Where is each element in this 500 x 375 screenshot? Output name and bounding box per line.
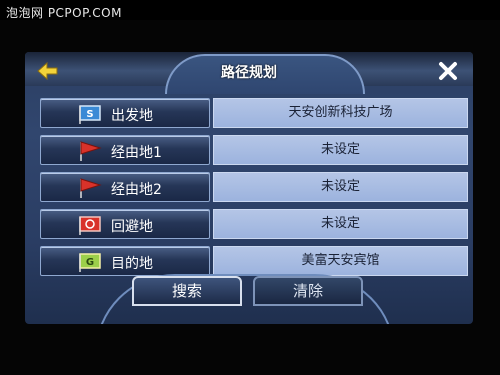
start-value[interactable]: 天安创新科技广场	[213, 98, 468, 128]
destination-button[interactable]: G 目的地	[40, 246, 210, 276]
svg-text:S: S	[86, 109, 93, 120]
waypoint-1-label: 经由地1	[111, 145, 162, 161]
row-destination: G 目的地 美富天安宾馆	[40, 246, 468, 276]
waypoint-2-button[interactable]: 经由地2	[40, 172, 210, 202]
close-button[interactable]	[437, 60, 459, 82]
back-button[interactable]	[37, 61, 59, 81]
destination-flag-icon: G	[79, 253, 101, 272]
waypoint-1-button[interactable]: 经由地1	[40, 135, 210, 165]
start-flag-icon: S	[79, 105, 101, 124]
close-icon	[439, 62, 457, 80]
waypoint-flag-icon	[80, 141, 102, 161]
destination-value[interactable]: 美富天安宾馆	[213, 246, 468, 276]
start-button[interactable]: S 出发地	[40, 98, 210, 128]
avoid-value[interactable]: 未设定	[213, 209, 468, 239]
destination-label: 目的地	[111, 256, 153, 272]
row-waypoint-1: 经由地1 未设定	[40, 135, 468, 165]
search-button[interactable]: 搜索	[132, 276, 242, 306]
waypoint-2-value[interactable]: 未设定	[213, 172, 468, 202]
waypoint-2-label: 经由地2	[111, 182, 162, 198]
row-start: S 出发地 天安创新科技广场	[40, 98, 468, 128]
start-label: 出发地	[111, 108, 153, 124]
page-title: 路径规划	[221, 65, 277, 81]
row-avoid: 回避地 未设定	[40, 209, 468, 239]
avoid-flag-icon	[79, 216, 101, 235]
back-arrow-icon	[37, 61, 58, 81]
clear-button[interactable]: 清除	[253, 276, 363, 306]
svg-text:G: G	[86, 257, 94, 268]
waypoint-flag-icon	[80, 178, 102, 198]
avoid-button[interactable]: 回避地	[40, 209, 210, 239]
watermark: 泡泡网 PCPOP.COM	[6, 6, 122, 20]
avoid-label: 回避地	[111, 219, 153, 235]
row-waypoint-2: 经由地2 未设定	[40, 172, 468, 202]
waypoint-1-value[interactable]: 未设定	[213, 135, 468, 165]
route-planning-screen: 路径规划 S 出发地 天安创新科技广场 经由地1 未设定 经由地2 未设定 回避…	[25, 52, 473, 324]
